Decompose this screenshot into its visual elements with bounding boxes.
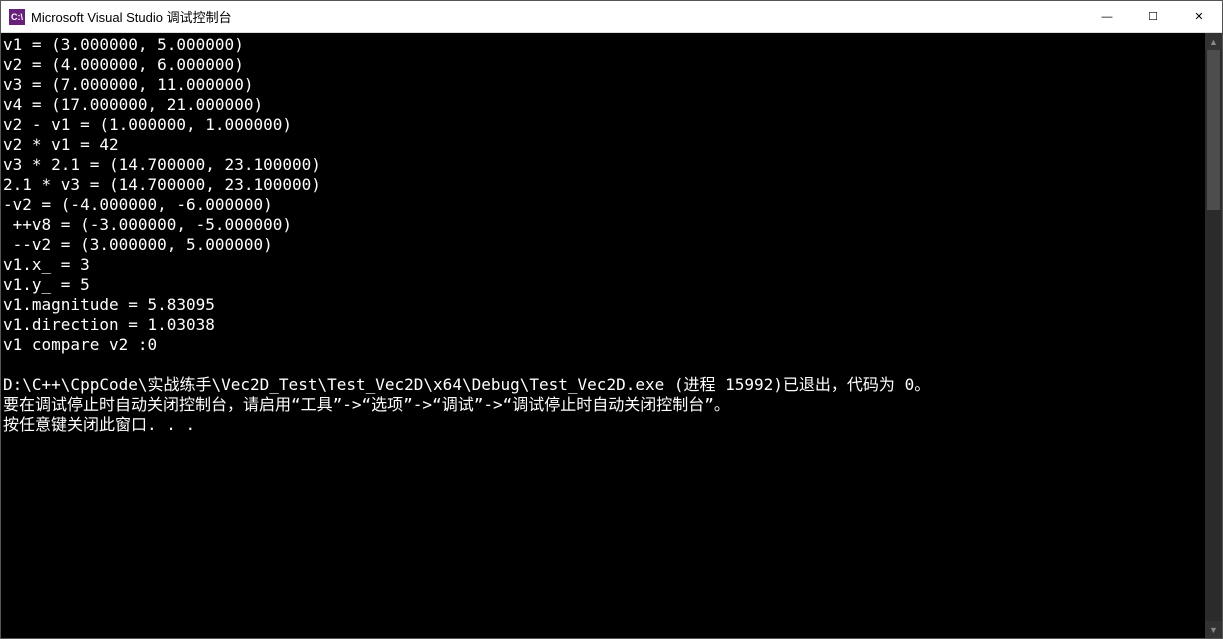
minimize-button[interactable]: — <box>1084 1 1130 32</box>
close-button[interactable]: ✕ <box>1176 1 1222 32</box>
title-bar: C:\ Microsoft Visual Studio 调试控制台 — ☐ ✕ <box>1 1 1222 33</box>
scroll-up-arrow[interactable]: ▲ <box>1205 33 1222 50</box>
console-container: v1 = (3.000000, 5.000000) v2 = (4.000000… <box>1 33 1222 638</box>
app-icon: C:\ <box>9 9 25 25</box>
scroll-down-arrow[interactable]: ▼ <box>1205 621 1222 638</box>
scroll-thumb[interactable] <box>1207 50 1220 210</box>
console-output[interactable]: v1 = (3.000000, 5.000000) v2 = (4.000000… <box>1 33 1205 638</box>
window-controls: — ☐ ✕ <box>1084 1 1222 32</box>
vertical-scrollbar[interactable]: ▲ ▼ <box>1205 33 1222 638</box>
window-title: Microsoft Visual Studio 调试控制台 <box>31 7 1084 26</box>
maximize-button[interactable]: ☐ <box>1130 1 1176 32</box>
